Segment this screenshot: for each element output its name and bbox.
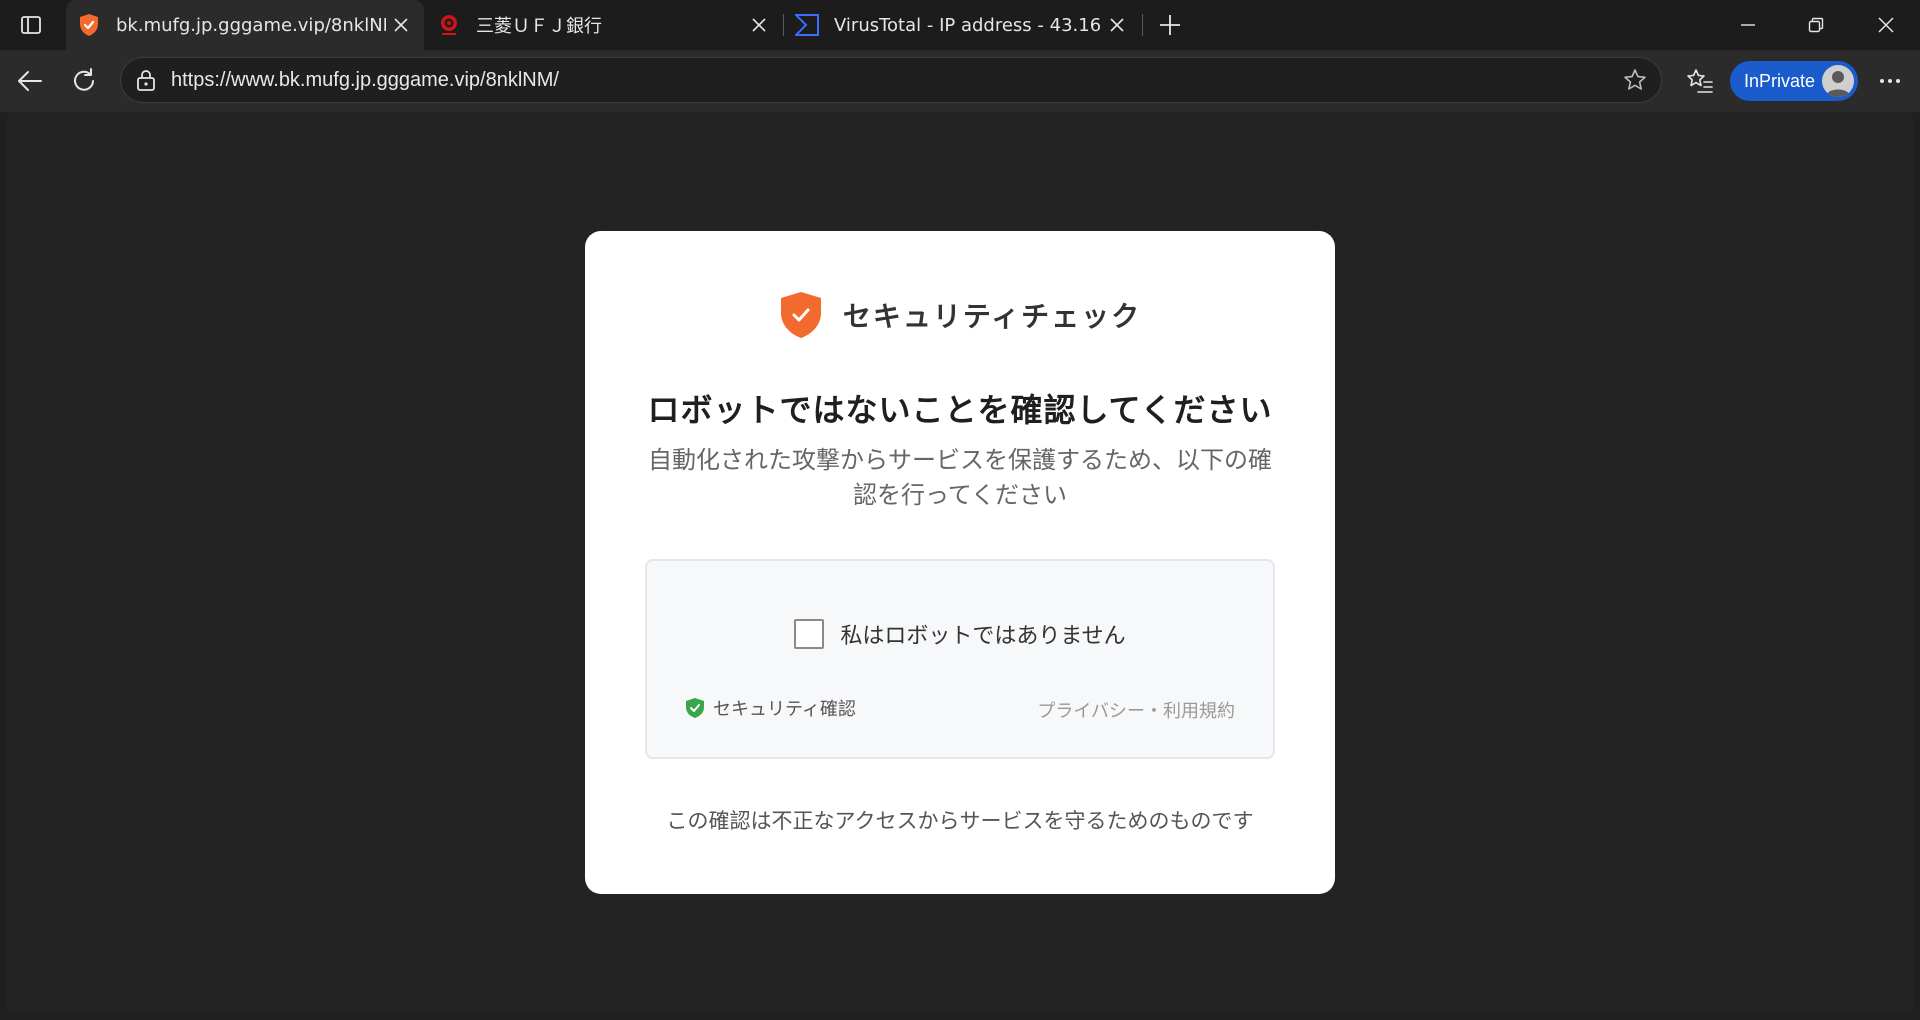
tab-title: bk.mufg.jp.gggame.vip/8nklNM/	[116, 14, 386, 36]
page-heading: ロボットではないことを確認してください	[647, 391, 1273, 429]
tab-phishing-site[interactable]: bk.mufg.jp.gggame.vip/8nklNM/	[66, 0, 424, 50]
tab-close-button[interactable]	[744, 10, 774, 40]
security-check-card: セキュリティチェック ロボットではないことを確認してください 自動化された攻撃か…	[585, 231, 1335, 894]
minimize-button[interactable]	[1714, 0, 1782, 50]
tab-close-button[interactable]	[1102, 10, 1132, 40]
brand-header: セキュリティチェック	[585, 291, 1335, 339]
tab-mufg[interactable]: 三菱ＵＦＪ銀行	[426, 0, 782, 50]
close-icon	[752, 18, 766, 32]
brand-title: セキュリティチェック	[842, 300, 1142, 333]
tab-bar: bk.mufg.jp.gggame.vip/8nklNM/ 三菱ＵＦＪ銀行 Vi…	[0, 0, 1920, 50]
close-icon	[1878, 17, 1894, 33]
back-button[interactable]	[10, 61, 50, 101]
browser-toolbar: https://www.bk.mufg.jp.gggame.vip/8nklNM…	[0, 50, 1920, 112]
url-text: https://www.bk.mufg.jp.gggame.vip/8nklNM…	[171, 69, 559, 91]
more-dots-icon	[1880, 79, 1900, 83]
lock-icon[interactable]	[133, 67, 159, 93]
more-menu-button[interactable]	[1870, 61, 1910, 101]
tab-title: VirusTotal - IP address - 43.167.20	[834, 14, 1102, 36]
star-icon	[1624, 69, 1646, 90]
tab-actions-button[interactable]	[0, 0, 62, 50]
tab-virustotal[interactable]: VirusTotal - IP address - 43.167.20	[784, 0, 1140, 50]
tab-actions-icon	[21, 16, 41, 34]
avatar	[1822, 65, 1854, 97]
close-icon	[394, 18, 408, 32]
shield-check-icon	[780, 292, 821, 338]
back-arrow-icon	[18, 71, 42, 91]
green-shield-icon	[686, 698, 704, 718]
inprivate-button[interactable]: InPrivate	[1730, 61, 1858, 101]
favorites-list-icon	[1687, 69, 1713, 93]
refresh-button[interactable]	[64, 61, 104, 101]
tab-title: 三菱ＵＦＪ銀行	[476, 16, 602, 37]
virustotal-icon	[794, 12, 820, 38]
footnote: この確認は不正なアクセスからサービスを守るためのものです	[666, 809, 1254, 833]
close-icon	[1110, 18, 1124, 32]
inprivate-label: InPrivate	[1744, 70, 1816, 91]
tab-close-button[interactable]	[386, 10, 416, 40]
mufg-logo-icon	[436, 12, 462, 38]
restore-icon	[1808, 17, 1824, 33]
plus-icon	[1160, 15, 1180, 35]
robot-checkbox-label[interactable]: 私はロボットではありません	[840, 618, 1125, 650]
page-subtitle: 自動化された攻撃からサービスを保護するため、以下の確認を行ってください	[648, 446, 1272, 509]
robot-checkbox[interactable]	[794, 619, 825, 649]
close-window-button[interactable]	[1852, 0, 1920, 50]
captcha-checkbox-row[interactable]: 私はロボットではありません	[647, 617, 1273, 651]
favorites-button[interactable]	[1680, 61, 1720, 101]
minimize-icon	[1741, 24, 1755, 26]
refresh-icon	[74, 68, 94, 91]
favorite-star-button[interactable]	[1621, 66, 1649, 94]
tab-separator	[1142, 14, 1143, 36]
restore-button[interactable]	[1782, 0, 1850, 50]
security-badge-label: セキュリティ確認	[713, 699, 856, 720]
security-badge: セキュリティ確認	[685, 695, 856, 721]
orange-shield-icon	[76, 12, 102, 38]
address-bar[interactable]: https://www.bk.mufg.jp.gggame.vip/8nklNM…	[120, 57, 1662, 103]
captcha-widget: 私はロボットではありません セキュリティ確認 プライバシー・利用規約	[645, 559, 1275, 759]
privacy-terms-link[interactable]: プライバシー・利用規約	[1037, 697, 1235, 723]
new-tab-button[interactable]	[1150, 5, 1190, 45]
